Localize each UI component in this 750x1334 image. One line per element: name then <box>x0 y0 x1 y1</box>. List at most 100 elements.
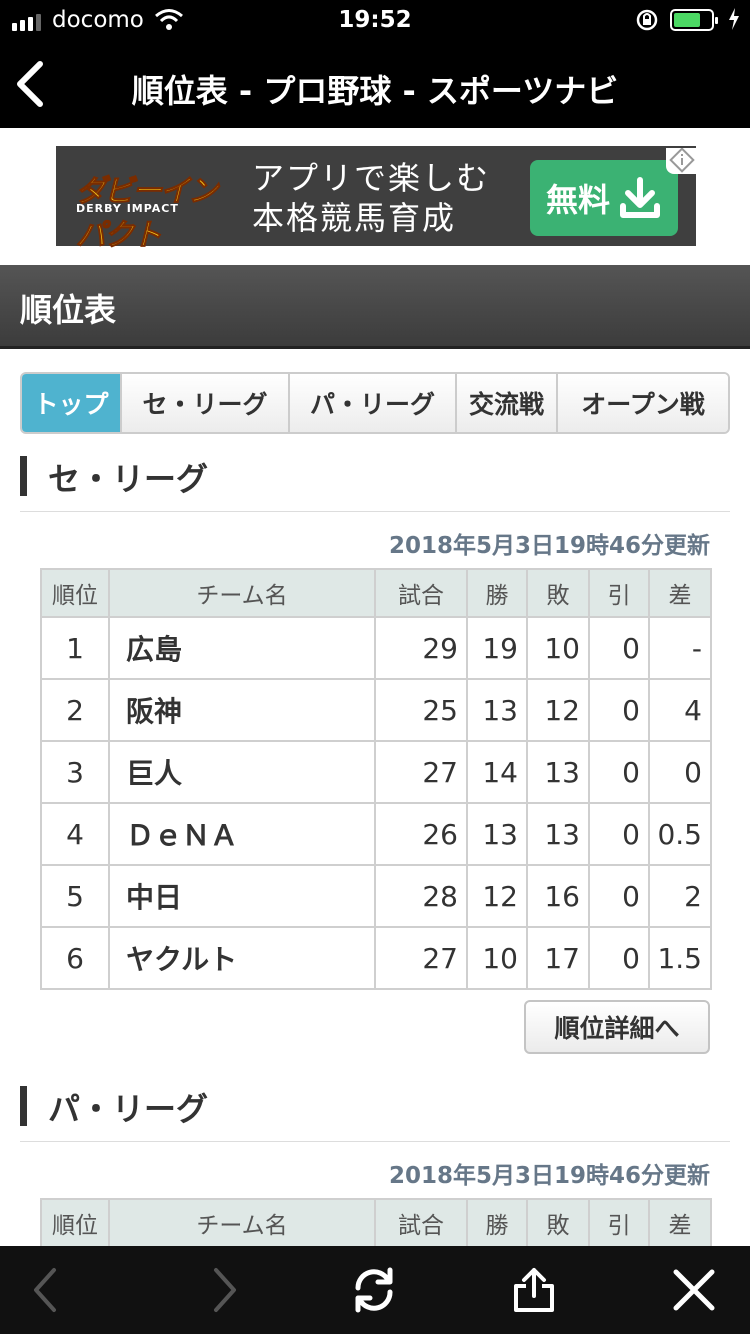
league-tabs: トップ セ・リーグ パ・リーグ 交流戦 オープン戦 <box>20 372 730 434</box>
rank-cell: 3 <box>40 740 110 804</box>
team-link[interactable]: 広島 <box>108 616 376 680</box>
rank-cell: 1 <box>40 616 110 680</box>
team-link[interactable]: 中日 <box>108 864 376 928</box>
pacific-updated: 2018年5月3日19時46分更新 <box>388 1163 710 1189</box>
download-icon <box>620 177 660 218</box>
header-wins: 勝 <box>466 568 528 618</box>
ad-logo: ダビーインパクト DERBY IMPACT <box>68 160 240 254</box>
ad-button-label: 無料 <box>545 181 610 219</box>
pacific-standings-table: 順位 チーム名 試合 勝 敗 引 差 <box>40 1198 712 1248</box>
central-league-header: セ・リーグ <box>20 452 730 512</box>
close-icon[interactable] <box>670 1266 718 1314</box>
wins-cell: 13 <box>466 678 528 742</box>
header-games: 試合 <box>374 1198 468 1248</box>
tab-interleague[interactable]: 交流戦 <box>457 374 558 432</box>
games-behind-cell: 0.5 <box>648 802 712 866</box>
games-cell: 29 <box>374 616 468 680</box>
header-games: 試合 <box>374 568 468 618</box>
header-games-behind: 差 <box>648 568 712 618</box>
rank-cell: 4 <box>40 802 110 866</box>
nav-bar: 順位表 - プロ野球 - スポーツナビ <box>0 44 750 128</box>
ad-copy-line2: 本格競馬育成 <box>252 199 457 237</box>
games-behind-cell: - <box>648 616 712 680</box>
central-league-title: セ・リーグ <box>48 460 209 498</box>
draws-cell: 0 <box>588 616 650 680</box>
wins-cell: 10 <box>466 926 528 990</box>
forward-nav-icon[interactable] <box>200 1266 248 1314</box>
losses-cell: 16 <box>526 864 590 928</box>
table-row: 6 ヤクルト 27 10 17 0 1.5 <box>40 926 712 990</box>
header-team: チーム名 <box>108 1198 376 1248</box>
team-link[interactable]: 阪神 <box>108 678 376 742</box>
rank-cell: 5 <box>40 864 110 928</box>
games-cell: 27 <box>374 926 468 990</box>
losses-cell: 17 <box>526 926 590 990</box>
rank-cell: 6 <box>40 926 110 990</box>
games-behind-cell: 0 <box>648 740 712 804</box>
team-link[interactable]: 巨人 <box>108 740 376 804</box>
back-nav-icon[interactable] <box>22 1266 70 1314</box>
wins-cell: 19 <box>466 616 528 680</box>
draws-cell: 0 <box>588 740 650 804</box>
header-losses: 敗 <box>526 568 590 618</box>
draws-cell: 0 <box>588 678 650 742</box>
central-standings-table: 順位 チーム名 試合 勝 敗 引 差 1 広島 29 19 10 0 - 2 阪… <box>40 568 712 990</box>
orientation-lock-icon <box>636 9 658 31</box>
losses-cell: 13 <box>526 802 590 866</box>
browser-toolbar <box>0 1246 750 1334</box>
games-cell: 28 <box>374 864 468 928</box>
share-icon[interactable] <box>510 1266 558 1314</box>
wins-cell: 12 <box>466 864 528 928</box>
wins-cell: 14 <box>466 740 528 804</box>
section-heading: 順位表 <box>20 291 117 329</box>
table-row: 1 広島 29 19 10 0 - <box>40 616 712 680</box>
rank-cell: 2 <box>40 678 110 742</box>
battery-icon <box>670 9 718 31</box>
tab-central[interactable]: セ・リーグ <box>122 374 290 432</box>
standings-detail-button[interactable]: 順位詳細へ <box>524 1000 710 1054</box>
header-accent <box>20 1086 27 1126</box>
header-rank: 順位 <box>40 568 110 618</box>
reload-icon[interactable] <box>350 1266 398 1314</box>
pacific-league-header: パ・リーグ <box>20 1082 730 1142</box>
wins-cell: 13 <box>466 802 528 866</box>
games-behind-cell: 4 <box>648 678 712 742</box>
games-cell: 25 <box>374 678 468 742</box>
header-losses: 敗 <box>526 1198 590 1248</box>
header-wins: 勝 <box>466 1198 528 1248</box>
central-updated: 2018年5月3日19時46分更新 <box>388 533 710 559</box>
status-bar: docomo 19:52 <box>0 0 750 40</box>
table-header-row: 順位 チーム名 試合 勝 敗 引 差 <box>40 1198 712 1248</box>
header-games-behind: 差 <box>648 1198 712 1248</box>
header-rank: 順位 <box>40 1198 110 1248</box>
ad-copy-line1: アプリで楽しむ <box>252 159 491 197</box>
header-accent <box>20 456 27 496</box>
losses-cell: 12 <box>526 678 590 742</box>
header-draws: 引 <box>588 568 650 618</box>
section-header: 順位表 <box>0 265 750 349</box>
pacific-league-title: パ・リーグ <box>48 1090 209 1128</box>
losses-cell: 13 <box>526 740 590 804</box>
team-link[interactable]: ＤｅＮＡ <box>108 802 376 866</box>
page-title: 順位表 - プロ野球 - スポーツナビ <box>131 72 619 110</box>
losses-cell: 10 <box>526 616 590 680</box>
table-row: 2 阪神 25 13 12 0 4 <box>40 678 712 742</box>
games-cell: 27 <box>374 740 468 804</box>
header-draws: 引 <box>588 1198 650 1248</box>
ad-banner[interactable]: ダビーインパクト DERBY IMPACT アプリで楽しむ 本格競馬育成 無料 <box>56 146 696 254</box>
header-team: チーム名 <box>108 568 376 618</box>
team-link[interactable]: ヤクルト <box>108 926 376 990</box>
table-header-row: 順位 チーム名 試合 勝 敗 引 差 <box>40 568 712 618</box>
tab-open[interactable]: オープン戦 <box>558 374 728 432</box>
top-bar: docomo 19:52 順位表 - プロ野球 - スポーツナビ <box>0 0 750 128</box>
draws-cell: 0 <box>588 802 650 866</box>
games-behind-cell: 1.5 <box>648 926 712 990</box>
games-cell: 26 <box>374 802 468 866</box>
draws-cell: 0 <box>588 864 650 928</box>
ad-info-icon[interactable] <box>666 148 696 174</box>
ad-download-button[interactable]: 無料 <box>530 160 678 236</box>
games-behind-cell: 2 <box>648 864 712 928</box>
draws-cell: 0 <box>588 926 650 990</box>
tab-top[interactable]: トップ <box>22 374 122 432</box>
tab-pacific[interactable]: パ・リーグ <box>290 374 457 432</box>
